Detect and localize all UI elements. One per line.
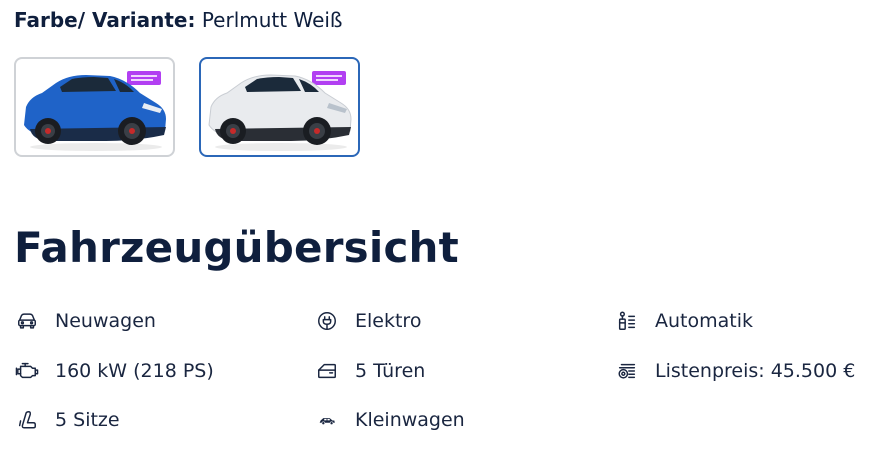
feature-fuel: Elektro (315, 308, 421, 334)
feature-power: 160 kW (218 PS) (15, 358, 214, 384)
feature-text: Elektro (355, 310, 422, 332)
gear-shift-icon (615, 309, 639, 333)
feature-text: Kleinwagen (355, 409, 465, 431)
feature-text: 5 Türen (355, 360, 426, 382)
variant-line: Farbe/ Variante: Perlmutt Weiß (14, 6, 343, 34)
feature-text: Automatik (655, 310, 753, 332)
price-tag-icon (615, 359, 639, 383)
car-seat-icon (15, 408, 39, 432)
feature-transmission: Automatik (615, 308, 753, 334)
variant-label: Farbe/ Variante: (14, 8, 196, 32)
car-front-icon (15, 309, 39, 333)
plug-icon (315, 309, 339, 333)
car-door-icon (315, 359, 339, 383)
variant-value: Perlmutt Weiß (201, 8, 343, 32)
feature-seats: 5 Sitze (15, 407, 120, 433)
feature-text: 160 kW (218 PS) (55, 360, 214, 382)
overview-title: Fahrzeugübersicht (14, 223, 459, 272)
engine-icon (15, 359, 39, 383)
color-swatch-pearl-white[interactable] (199, 57, 360, 157)
feature-doors: 5 Türen (315, 358, 425, 384)
feature-text: 5 Sitze (55, 409, 120, 431)
car-image-pearl-white (208, 71, 352, 151)
small-car-icon (315, 408, 339, 432)
color-swatch-blue[interactable] (14, 57, 175, 157)
feature-body-type: Kleinwagen (315, 407, 465, 433)
feature-text: Listenpreis: 45.500 € (655, 360, 856, 382)
feature-condition: Neuwagen (15, 308, 156, 334)
feature-text: Neuwagen (55, 310, 156, 332)
feature-list-price: Listenpreis: 45.500 € (615, 358, 855, 384)
car-image-blue (24, 71, 166, 151)
